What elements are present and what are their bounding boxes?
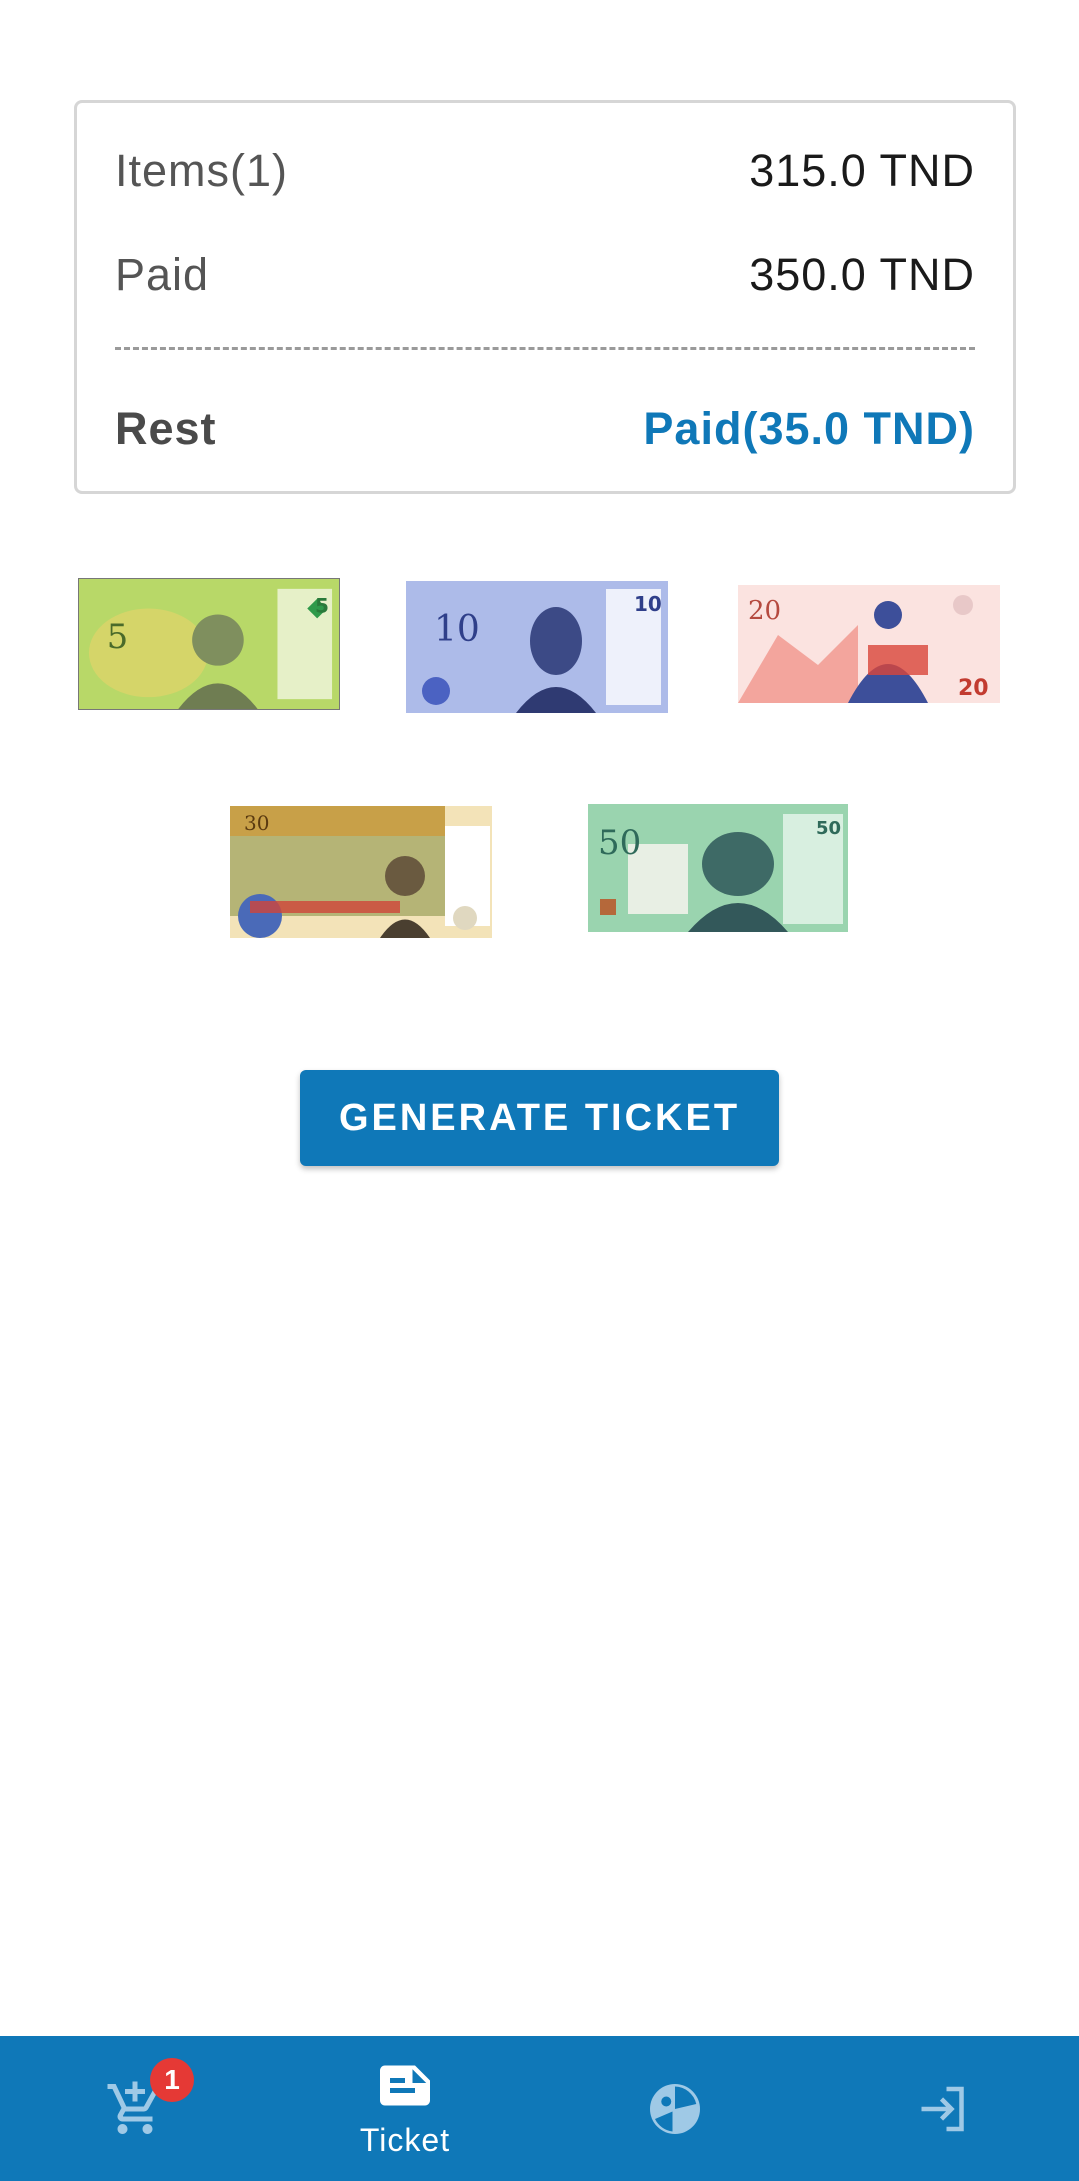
items-label: Items(1) <box>115 145 289 196</box>
nav-stats[interactable] <box>540 2036 810 2181</box>
paid-amount: 350.0 TND <box>749 249 975 300</box>
svg-text:20: 20 <box>958 676 989 701</box>
generate-ticket-button[interactable]: GENERATE TICKET <box>300 1070 779 1166</box>
svg-text:5: 5 <box>315 595 329 618</box>
nav-cart[interactable]: 1 <box>0 2036 270 2181</box>
paid-row: Paid 350.0 TND <box>115 249 975 301</box>
banknote-5[interactable]: 5 5 <box>78 578 340 710</box>
dashed-divider <box>115 347 975 350</box>
svg-text:10: 10 <box>434 609 480 650</box>
nav-logout[interactable] <box>809 2036 1079 2181</box>
svg-text:20: 20 <box>748 596 781 626</box>
rest-row: Rest Paid(35.0 TND) <box>115 403 975 455</box>
ticket-page: Items(1) 315.0 TND Paid 350.0 TND Rest P… <box>0 0 1079 2181</box>
ticket-note-icon <box>375 2058 435 2118</box>
items-total: 315.0 TND <box>749 145 975 196</box>
svg-text:50: 50 <box>598 823 641 863</box>
svg-text:5: 5 <box>107 617 128 656</box>
pie-chart-icon <box>645 2079 705 2139</box>
rest-label: Rest <box>115 403 217 454</box>
paid-label: Paid <box>115 249 210 300</box>
nav-ticket-label: Ticket <box>359 2122 451 2158</box>
bottom-navigation: 1 Ticket <box>0 2036 1079 2181</box>
banknote-20[interactable]: 20 20 <box>738 585 1000 703</box>
banknote-10[interactable]: 10 10 <box>406 581 668 713</box>
login-arrow-icon <box>914 2079 974 2139</box>
cart-count-badge: 1 <box>150 2058 194 2102</box>
svg-text:10: 10 <box>634 592 662 616</box>
rest-status: Paid(35.0 TND) <box>643 403 975 454</box>
svg-text:30: 30 <box>244 811 269 835</box>
banknote-50[interactable]: 50 50 <box>588 804 848 932</box>
nav-ticket[interactable]: Ticket <box>270 2036 540 2181</box>
payment-summary-card: Items(1) 315.0 TND Paid 350.0 TND Rest P… <box>74 100 1016 494</box>
items-row: Items(1) 315.0 TND <box>115 145 975 197</box>
svg-text:50: 50 <box>816 818 841 839</box>
banknote-30[interactable]: 30 <box>230 806 492 938</box>
